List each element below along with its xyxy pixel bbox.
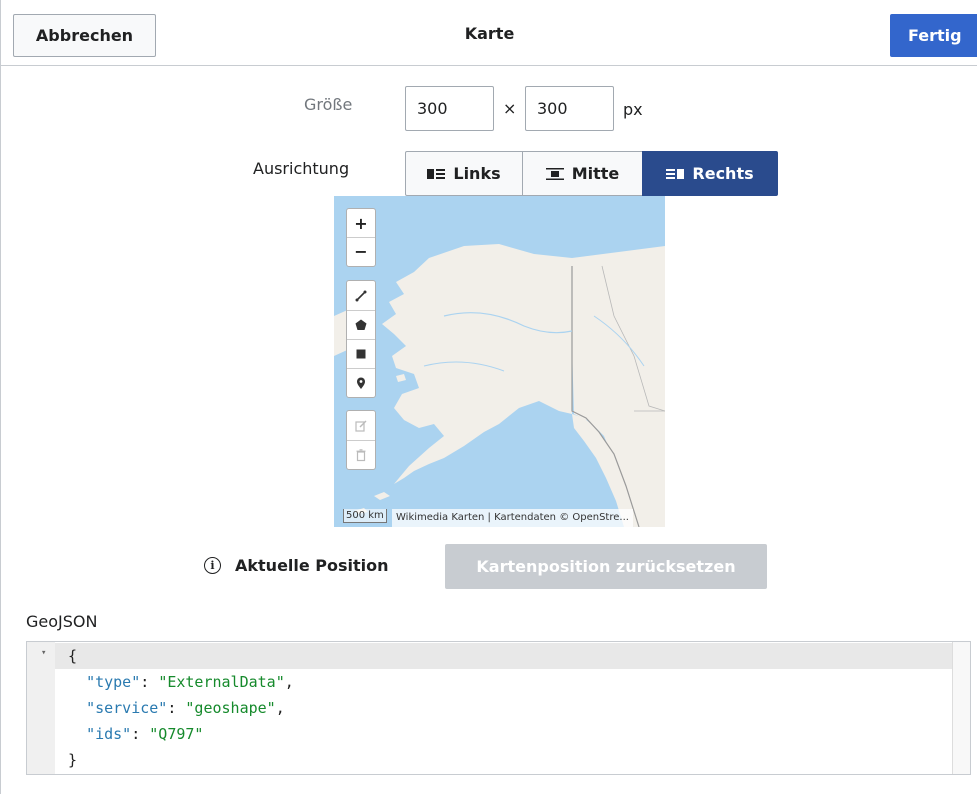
fold-toggle-icon[interactable]: ▾ xyxy=(41,648,46,658)
align-right-icon xyxy=(666,168,685,179)
code-line-4: "ids": "Q797" xyxy=(86,725,204,743)
align-left-button[interactable]: Links xyxy=(405,151,523,196)
map-tiles xyxy=(334,196,665,527)
dialog-header: Abbrechen Karte Fertig xyxy=(1,0,977,66)
align-right-label: Rechts xyxy=(692,164,754,183)
code-line-1: { xyxy=(68,647,78,665)
marker-icon[interactable] xyxy=(347,368,375,397)
geojson-label: GeoJSON xyxy=(26,612,98,631)
zoom-control: + − xyxy=(346,208,376,267)
alignment-label: Ausrichtung xyxy=(253,159,350,178)
map-dialog: Abbrechen Karte Fertig Größe 300 × 300 p… xyxy=(0,0,977,794)
dialog-title: Karte xyxy=(464,24,515,43)
zoom-in-button[interactable]: + xyxy=(347,209,375,237)
editor-scrollbar[interactable] xyxy=(952,642,970,774)
polygon-icon[interactable] xyxy=(347,310,375,339)
code-line-3: "service": "geoshape", xyxy=(86,699,285,717)
size-label: Größe xyxy=(304,95,353,114)
code-line-5: } xyxy=(68,751,78,769)
rectangle-icon[interactable] xyxy=(347,339,375,368)
map-attribution[interactable]: Wikimedia Karten | Kartendaten © OpenStr… xyxy=(392,509,633,527)
zoom-out-button[interactable]: − xyxy=(347,237,375,265)
align-left-label: Links xyxy=(453,164,501,183)
width-input[interactable]: 300 xyxy=(405,86,494,131)
align-left-icon xyxy=(427,168,446,179)
align-right-button[interactable]: Rechts xyxy=(642,151,778,196)
code-line-2: "type": "ExternalData", xyxy=(86,673,294,691)
height-input[interactable]: 300 xyxy=(525,86,614,131)
scale-bar: 500 km xyxy=(343,509,387,523)
edit-toolbar xyxy=(346,410,376,470)
edit-icon[interactable] xyxy=(347,411,375,440)
active-line-highlight xyxy=(27,643,970,669)
delete-icon[interactable] xyxy=(347,440,375,469)
done-button[interactable]: Fertig xyxy=(890,14,977,57)
unit-label: px xyxy=(623,100,643,119)
times-sign: × xyxy=(503,99,517,118)
info-icon: i xyxy=(204,557,221,574)
map-view[interactable]: + − 500 km Wikimedia Karten | Kartendate… xyxy=(334,196,665,527)
align-center-label: Mitte xyxy=(571,164,620,183)
geojson-editor[interactable]: ▾ { "type": "ExternalData", "service": "… xyxy=(26,641,971,775)
polyline-icon[interactable] xyxy=(347,281,375,310)
align-center-button[interactable]: Mitte xyxy=(522,151,643,196)
draw-toolbar xyxy=(346,280,376,398)
align-center-icon xyxy=(545,167,564,180)
current-position-label: Aktuelle Position xyxy=(235,556,389,575)
reset-position-button[interactable]: Kartenposition zurücksetzen xyxy=(445,544,767,589)
editor-gutter xyxy=(27,642,55,774)
current-position[interactable]: i Aktuelle Position xyxy=(204,556,389,575)
